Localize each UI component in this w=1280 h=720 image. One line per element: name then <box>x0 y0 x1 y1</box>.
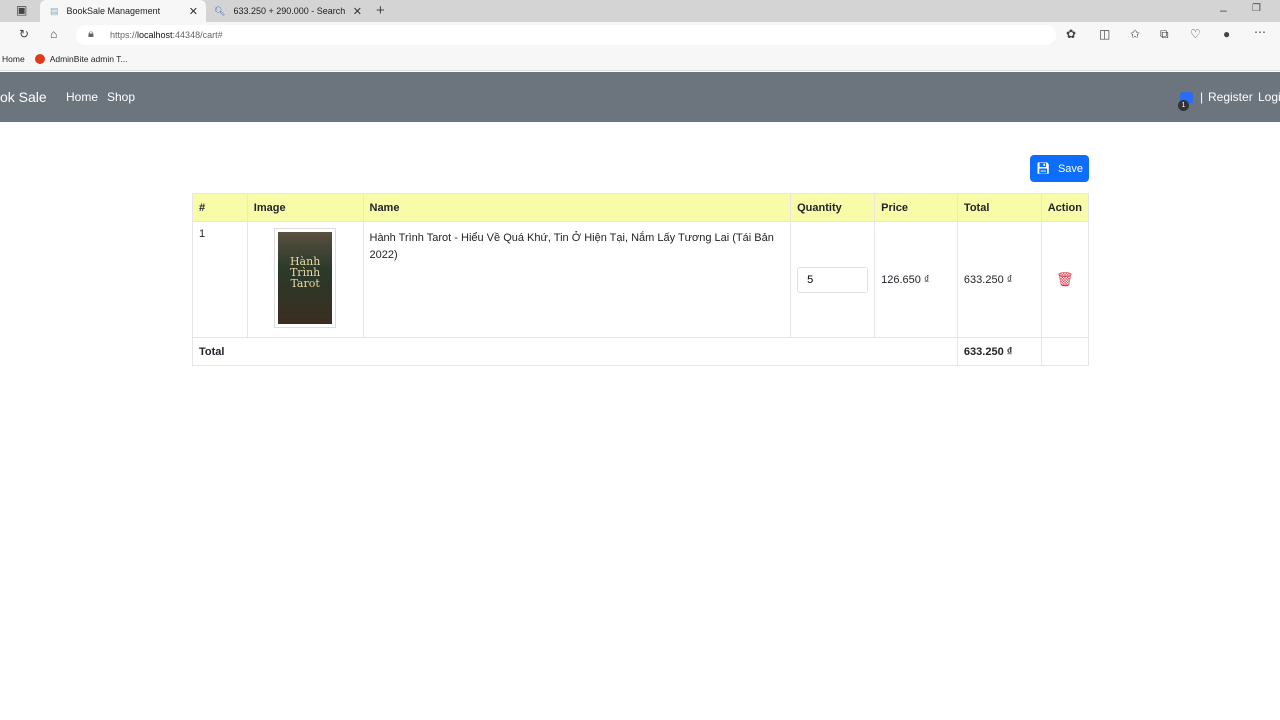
row-name: Hành Trình Tarot - Hiểu Về Quá Khứ, Tin … <box>362 221 792 338</box>
col-index: # <box>192 193 248 222</box>
cart-count-badge: 1 <box>1178 100 1189 111</box>
collections-icon[interactable]: ⧉ <box>1160 27 1169 42</box>
search-icon: 🔍︎ <box>214 5 226 16</box>
bookmark-label: AdminBite admin T... <box>49 54 128 64</box>
page-icon: ▤ <box>50 5 59 16</box>
delete-button[interactable]: 🗑︎ <box>1040 221 1090 338</box>
close-tab-icon[interactable]: ✕ <box>353 5 362 18</box>
bookmark-home[interactable]: Home <box>2 54 25 64</box>
tab-booksale[interactable]: ▤ BookSale Management ✕ <box>40 0 206 22</box>
refresh-icon[interactable]: ↻ <box>19 27 29 41</box>
navbar: ok Sale Home Shop 1 | Register Logi <box>0 72 1280 122</box>
login-link[interactable]: Logi <box>1258 90 1280 104</box>
browser-essentials-icon[interactable]: ♡ <box>1190 27 1201 41</box>
quantity-input[interactable] <box>797 266 869 293</box>
cart-table: # Image Name Quantity Price Total Action… <box>192 193 1090 366</box>
bookmarks-bar: Home AdminBite admin T... <box>0 48 1280 71</box>
register-link[interactable]: Register <box>1208 90 1253 104</box>
table-row: 1 Hành Trình Tarot Hành Trình Tarot - Hi… <box>192 221 1090 338</box>
browser-tab-bar: ▣ ▤ BookSale Management ✕ 🔍︎ 633.250 + 2… <box>0 0 1280 22</box>
url-input[interactable]: 🔒︎ https://localhost:44348/cart# <box>76 25 1056 45</box>
save-button[interactable]: 💾︎ Save <box>1030 155 1089 182</box>
trash-icon: 🗑︎ <box>1055 271 1074 287</box>
total-empty <box>1040 337 1090 366</box>
tab-title: 633.250 + 290.000 - Search <box>233 6 346 16</box>
col-action: Action <box>1040 193 1090 222</box>
extensions-icon[interactable]: ✿ <box>1066 27 1076 41</box>
row-quantity <box>790 221 876 338</box>
url-scheme: https:// <box>110 30 138 40</box>
minimize-icon[interactable]: – <box>1220 3 1227 17</box>
nav-shop[interactable]: Shop <box>107 90 135 104</box>
grand-total: 633.250 ₫ <box>956 337 1042 366</box>
save-icon: 💾︎ <box>1035 163 1050 175</box>
col-total: Total <box>956 193 1042 222</box>
save-label: Save <box>1057 162 1084 175</box>
row-index: 1 <box>192 221 248 338</box>
bookmark-adminbite[interactable]: AdminBite admin T... <box>34 54 128 64</box>
adminbite-icon <box>34 54 45 64</box>
col-name: Name <box>362 193 792 222</box>
favorites-icon[interactable]: ✩ <box>1130 27 1140 41</box>
brand[interactable]: ok Sale <box>0 89 47 105</box>
separator: | <box>1200 90 1204 104</box>
url-path: :44348/cart# <box>172 30 223 40</box>
row-price: 126.650 ₫ <box>874 221 958 338</box>
restore-icon[interactable]: ❐ <box>1252 3 1261 14</box>
book-cover-image: Hành Trình Tarot <box>274 228 337 328</box>
col-quantity: Quantity <box>790 193 876 222</box>
total-label: Total <box>192 337 958 366</box>
close-tab-icon[interactable]: ✕ <box>189 5 198 18</box>
url-host: localhost <box>137 30 173 40</box>
tab-search[interactable]: 🔍︎ 633.250 + 290.000 - Search ✕ <box>206 0 370 22</box>
nav-home[interactable]: Home <box>66 90 98 104</box>
row-image: Hành Trình Tarot <box>246 221 364 338</box>
col-image: Image <box>246 193 364 222</box>
lock-icon: 🔒︎ <box>88 28 94 40</box>
tab-title: BookSale Management <box>66 6 161 16</box>
col-price: Price <box>874 193 958 222</box>
row-total: 633.250 ₫ <box>956 221 1042 338</box>
new-tab-icon[interactable]: + <box>376 2 385 19</box>
tab-actions-icon[interactable]: ▣ <box>16 3 27 17</box>
total-row: Total 633.250 ₫ <box>192 337 1090 366</box>
home-icon[interactable]: ⌂ <box>50 27 57 41</box>
more-icon[interactable]: ⋯ <box>1254 25 1266 39</box>
split-screen-icon[interactable]: ◫ <box>1099 27 1110 41</box>
profile-icon[interactable]: ● <box>1223 27 1230 41</box>
